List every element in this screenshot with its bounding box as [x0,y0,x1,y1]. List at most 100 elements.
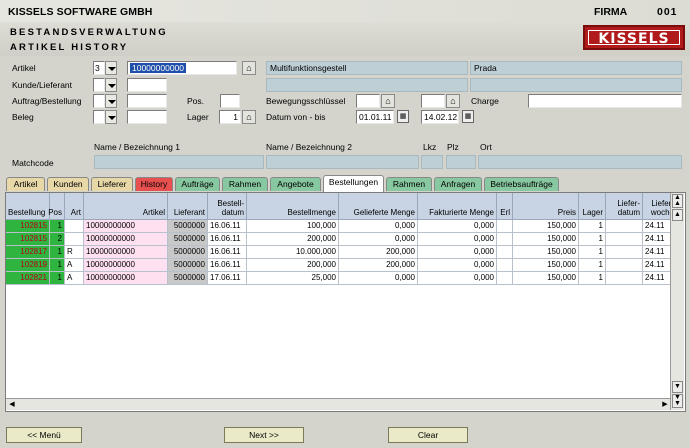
cell-gelieferte-menge[interactable]: 200,000 [339,259,418,272]
auftrag-input[interactable] [127,94,167,108]
beleg-type-field[interactable] [93,110,105,124]
cell-lieferant[interactable]: 5000000 [168,259,208,272]
bewegung-to-lookup-icon[interactable]: ⌂ [446,94,460,108]
cell-lieferant[interactable]: 5000000 [168,246,208,259]
lager-input[interactable]: 1 [219,110,241,124]
beleg-type-dropdown[interactable] [105,110,117,124]
cell-lager[interactable]: 1 [579,259,606,272]
cell-lieferdatum[interactable] [606,272,643,285]
cell-lager[interactable]: 1 [579,220,606,233]
cell-artikel[interactable]: 10000000000 [84,246,168,259]
cell-erl[interactable] [497,259,513,272]
cell-preis[interactable]: 150,000 [513,220,579,233]
charge-input[interactable] [528,94,682,108]
cell-gelieferte-menge[interactable]: 200,000 [339,246,418,259]
cell-art[interactable] [65,220,84,233]
cell-bestellung[interactable]: 102815 [6,233,50,246]
cell-pos[interactable]: 1 [50,246,65,259]
scroll-up-icon[interactable]: ▲ [672,209,683,221]
cell-bestellung[interactable]: 102815 [6,220,50,233]
kunde-type-field[interactable] [93,78,105,92]
cell-bestellung[interactable]: 102821 [6,272,50,285]
tab-bestellungen[interactable]: Bestellungen [323,175,384,192]
cell-bestelldatum[interactable]: 16.06.11 [208,259,247,272]
cell-bestellmenge[interactable]: 100,000 [247,220,339,233]
tab-rahmen[interactable]: Rahmen [222,177,268,191]
col-header-bestellmenge[interactable]: Bestellmenge [247,193,339,220]
clear-button[interactable]: Clear [388,427,468,443]
cell-bestelldatum[interactable]: 16.06.11 [208,233,247,246]
cell-bestellmenge[interactable]: 200,000 [247,233,339,246]
scroll-right-icon[interactable]: ▶ [660,399,670,410]
cell-gelieferte-menge[interactable]: 0,000 [339,272,418,285]
bewegung-from-input[interactable] [356,94,380,108]
tab-angebote[interactable]: Angebote [270,177,321,191]
tab-artikel[interactable]: Artikel [6,177,45,191]
cell-gelieferte-menge[interactable]: 0,000 [339,233,418,246]
scroll-top-icon[interactable]: ▲ ▲ [672,194,683,208]
col-header-preis[interactable]: Preis [513,193,579,220]
scroll-bottom-icon[interactable]: ▼ ▼ [672,394,683,408]
cell-lieferdatum[interactable] [606,233,643,246]
cell-lieferdatum[interactable] [606,220,643,233]
cell-preis[interactable]: 150,000 [513,272,579,285]
cell-fakturierte-menge[interactable]: 0,000 [418,246,497,259]
cell-pos[interactable]: 1 [50,259,65,272]
vertical-scrollbar[interactable]: ▲ ▲ ▲ ▼ ▼ ▼ [670,193,684,410]
cell-artikel[interactable]: 10000000000 [84,272,168,285]
cell-lieferant[interactable]: 5000000 [168,233,208,246]
col-header-bestelldatum[interactable]: Bestell- datum [208,193,247,220]
artikel-input[interactable]: 10000000000 [127,61,237,75]
artikel-type-dropdown[interactable] [105,61,117,75]
tab-rahmen-2[interactable]: Rahmen [386,177,432,191]
col-header-artikel[interactable]: Artikel [84,193,168,220]
scroll-left-icon[interactable]: ◀ [7,399,17,410]
cell-pos[interactable]: 1 [50,272,65,285]
col-header-erl[interactable]: Erl [497,193,513,220]
cell-preis[interactable]: 150,000 [513,259,579,272]
cell-artikel[interactable]: 10000000000 [84,233,168,246]
kunde-input[interactable] [127,78,167,92]
cell-bestellmenge[interactable]: 200,000 [247,259,339,272]
date-from-calendar-icon[interactable]: ▦ [397,110,409,123]
cell-pos[interactable]: 1 [50,220,65,233]
cell-fakturierte-menge[interactable]: 0,000 [418,259,497,272]
cell-lager[interactable]: 1 [579,233,606,246]
pos-input[interactable] [220,94,240,108]
scroll-down-icon[interactable]: ▼ [672,381,683,393]
cell-bestellung[interactable]: 102817 [6,246,50,259]
tab-auftr-ge[interactable]: Aufträge [175,177,220,191]
tab-betriebsauftr-ge[interactable]: Betriebsaufträge [484,177,559,191]
cell-lieferant[interactable]: 5000000 [168,272,208,285]
tab-lieferer[interactable]: Lieferer [91,177,133,191]
cell-fakturierte-menge[interactable]: 0,000 [418,272,497,285]
cell-bestelldatum[interactable]: 16.06.11 [208,246,247,259]
cell-gelieferte-menge[interactable]: 0,000 [339,220,418,233]
cell-lieferdatum[interactable] [606,259,643,272]
cell-art[interactable] [65,233,84,246]
cell-pos[interactable]: 2 [50,233,65,246]
artikel-type-field[interactable]: 3 [93,61,105,75]
menu-button[interactable]: << Menü [6,427,82,443]
date-from-input[interactable]: 01.01.11 [356,110,394,124]
tab-kunden[interactable]: Kunden [47,177,89,191]
cell-art[interactable]: R [65,246,84,259]
cell-bestellmenge[interactable]: 10.000,000 [247,246,339,259]
cell-artikel[interactable]: 10000000000 [84,220,168,233]
cell-lieferant[interactable]: 5000000 [168,220,208,233]
cell-art[interactable]: A [65,272,84,285]
bewegung-from-lookup-icon[interactable]: ⌂ [381,94,395,108]
cell-erl[interactable] [497,272,513,285]
tab-history[interactable]: History [135,177,173,191]
col-header-gelieferte-menge[interactable]: Gelieferte Menge [339,193,418,220]
col-header-fakturierte-menge[interactable]: Fakturierte Menge [418,193,497,220]
cell-lager[interactable]: 1 [579,272,606,285]
col-header-bestellung[interactable]: Bestellung [6,193,50,220]
tab-anfragen[interactable]: Anfragen [434,177,482,191]
cell-artikel[interactable]: 10000000000 [84,259,168,272]
col-header-lieferant[interactable]: Lieferant [168,193,208,220]
beleg-input[interactable] [127,110,167,124]
date-to-calendar-icon[interactable]: ▦ [462,110,474,123]
cell-erl[interactable] [497,233,513,246]
lager-lookup-icon[interactable]: ⌂ [242,110,256,124]
